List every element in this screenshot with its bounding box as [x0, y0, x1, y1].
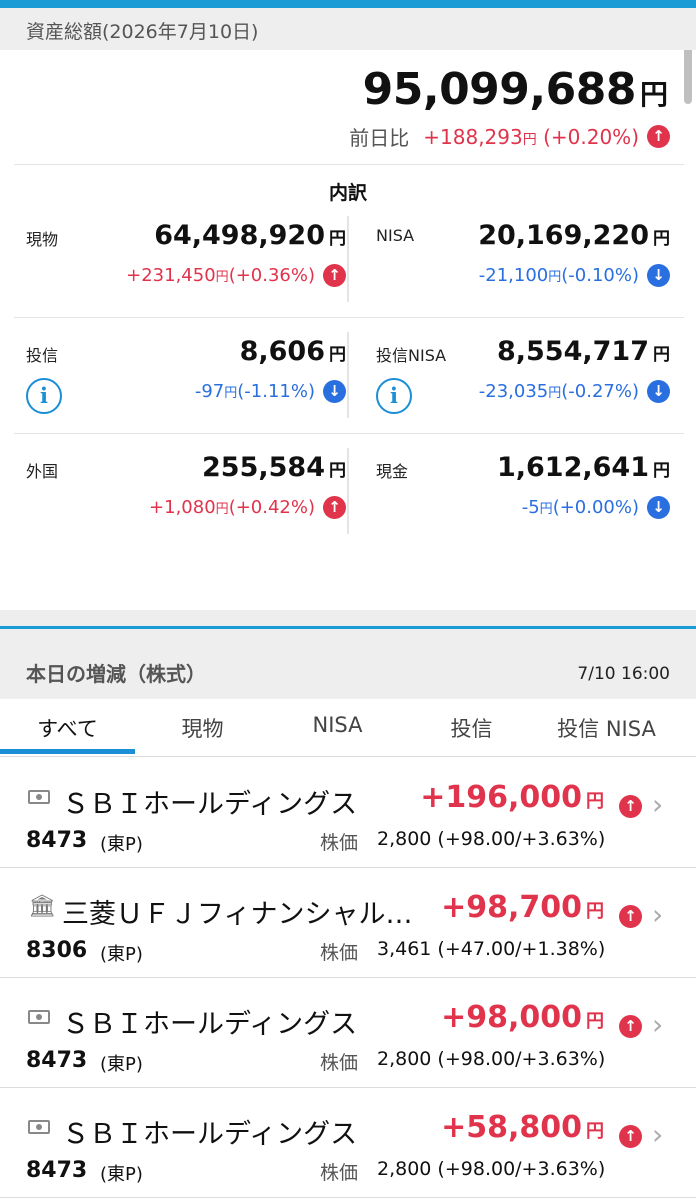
info-icon[interactable]: i: [26, 378, 62, 414]
arrow-up-icon: ↑: [323, 264, 346, 287]
breakdown-amount: 64,498,920: [154, 220, 325, 251]
arrow-up-icon: ↑: [619, 1015, 642, 1038]
arrow-down-icon: ↓: [647, 264, 670, 287]
arrow-down-icon: ↓: [323, 380, 346, 403]
stock-code: 8473: [26, 1158, 88, 1183]
chevron-right-icon: ›: [652, 788, 664, 821]
tab-investment-trust[interactable]: 投信: [404, 713, 539, 743]
stock-price: 2,800 (+98.00/+3.63%): [377, 1048, 606, 1070]
stock-price: 2,800 (+98.00/+3.63%): [377, 1158, 606, 1180]
stock-profit: +98,700 円: [441, 890, 604, 925]
yen-unit: 円: [639, 78, 668, 111]
active-tab-indicator: [0, 749, 135, 754]
stock-code: 8473: [26, 1048, 88, 1073]
info-icon[interactable]: i: [376, 378, 412, 414]
stock-code: 8473: [26, 828, 88, 853]
stock-row[interactable]: 🏛 三菱ＵＦＪフィナンシャル・グループ +98,700円 ↑ › 8306 (東…: [0, 868, 696, 978]
stock-price: 2,800 (+98.00/+3.63%): [377, 828, 606, 850]
chevron-right-icon: ›: [652, 1008, 664, 1041]
divider: [14, 317, 684, 318]
top-accent-bar: [0, 0, 696, 8]
breakdown-label: 外国: [26, 462, 59, 481]
total-assets: 95,099,688 円: [363, 64, 668, 115]
column-separator: [347, 332, 349, 418]
breakdown-amount: 8,554,717: [496, 336, 649, 367]
breakdown-change: +1,080円(+0.42%): [149, 497, 315, 518]
stock-market: (東P): [100, 944, 143, 965]
stock-price-label: 株価: [320, 942, 359, 964]
divider: [14, 433, 684, 434]
stock-profit: +98,000 円: [441, 1000, 604, 1035]
breakdown-change: -5円(+0.00%): [521, 497, 639, 518]
breakdown-change: +231,450円(+0.36%): [126, 265, 315, 286]
breakdown-trust-nisa[interactable]: 投信NISA i 8,554,717 円 -23,035円(-0.27%) ↓: [376, 336, 670, 426]
stock-profit: +196,000 円: [420, 780, 604, 815]
tab-trust-nisa[interactable]: 投信 NISA: [539, 713, 674, 743]
total-assets-header: 資産総額(2026年7月10日): [0, 8, 696, 50]
daily-change-title: 本日の増減（株式）: [26, 662, 206, 686]
total-assets-value: 95,099,688: [362, 64, 637, 115]
daily-change-header: 本日の増減（株式） 7/10 16:00: [0, 629, 696, 699]
stock-price-label: 株価: [320, 1162, 359, 1184]
total-assets-date-label: 資産総額(2026年7月10日): [26, 21, 259, 43]
stock-market: (東P): [100, 1164, 143, 1185]
stock-row[interactable]: ＳＢＩホールディングス +98,000 円 ↑ › 8473 (東P) 株価 2,…: [0, 978, 696, 1088]
tab-cash-stock[interactable]: 現物: [135, 713, 270, 743]
money-icon: [28, 790, 50, 804]
breakdown-amount: 1,612,641: [496, 452, 649, 483]
stock-market: (東P): [100, 834, 143, 855]
chevron-right-icon: ›: [652, 1118, 664, 1151]
stock-row[interactable]: ＳＢＩホールディングス +196,000 円 ↑ › 8473 (東P) 株価 2…: [0, 758, 696, 868]
divider: [14, 164, 684, 165]
stock-row[interactable]: ＳＢＩホールディングス +58,800 円 ↑ › 8473 (東P) 株価 2,…: [0, 1088, 696, 1198]
stock-name: ＳＢＩホールディングス: [62, 789, 358, 820]
stock-market: (東P): [100, 1054, 143, 1075]
stock-name: ＳＢＩホールディングス: [62, 1119, 358, 1150]
arrow-up-icon: ↑: [323, 496, 346, 519]
arrow-up-icon: ↑: [647, 125, 670, 148]
breakdown-amount: 8,606: [239, 336, 325, 367]
stock-name: ＳＢＩホールディングス: [62, 1009, 358, 1040]
money-icon: [28, 1010, 50, 1024]
breakdown-label: 現金: [376, 462, 409, 481]
breakdown-title: 内訳: [328, 182, 367, 204]
breakdown-change: -21,100円(-0.10%): [478, 265, 639, 286]
breakdown-label: NISA: [376, 226, 415, 245]
bank-icon: 🏛: [28, 894, 56, 919]
breakdown-cash-stock[interactable]: 現物 64,498,920 円 +231,450円(+0.36%) ↑: [26, 220, 346, 310]
stock-price: 3,461 (+47.00/+1.38%): [377, 938, 606, 960]
breakdown-label: 現物: [26, 230, 59, 249]
arrow-up-icon: ↑: [619, 905, 642, 928]
money-icon: [28, 1120, 50, 1134]
breakdown-cash[interactable]: 現金 1,612,641 円 -5円(+0.00%) ↓: [376, 452, 670, 542]
tab-nisa[interactable]: NISA: [270, 713, 405, 737]
breakdown-foreign[interactable]: 外国 255,584 円 +1,080円(+0.42%) ↑: [26, 452, 346, 542]
breakdown-investment-trust[interactable]: 投信 i 8,606 円 -97円(-1.11%) ↓: [26, 336, 346, 426]
breakdown-amount: 20,169,220: [478, 220, 649, 251]
stock-code: 8306: [26, 938, 88, 963]
breakdown-label: 投信NISA: [376, 346, 447, 365]
stock-name: 三菱ＵＦＪフィナンシャル・グループ: [62, 899, 432, 930]
stock-price-label: 株価: [320, 1052, 359, 1074]
breakdown-label: 投信: [26, 346, 59, 365]
arrow-down-icon: ↓: [647, 380, 670, 403]
arrow-down-icon: ↓: [647, 496, 670, 519]
section-gap: [0, 610, 696, 626]
day-change-value: +188,293円 (+0.20%): [423, 124, 639, 149]
breakdown-amount: 255,584: [202, 452, 325, 483]
chevron-right-icon: ›: [652, 898, 664, 931]
column-separator: [347, 448, 349, 534]
stock-price-label: 株価: [320, 832, 359, 854]
arrow-up-icon: ↑: [619, 1125, 642, 1148]
breakdown-nisa[interactable]: NISA 20,169,220 円 -21,100円(-0.10%) ↓: [376, 220, 670, 310]
day-change: 前日比 +188,293円 (+0.20%) ↑: [349, 122, 670, 151]
breakdown-change: -23,035円(-0.27%): [478, 381, 639, 402]
arrow-up-icon: ↑: [619, 795, 642, 818]
tab-all[interactable]: すべて: [0, 713, 135, 743]
column-separator: [347, 216, 349, 302]
daily-change-datetime: 7/10 16:00: [577, 664, 670, 684]
breakdown-change: -97円(-1.11%): [194, 381, 315, 402]
day-change-label: 前日比: [349, 126, 410, 150]
stock-profit: +58,800 円: [441, 1110, 604, 1145]
